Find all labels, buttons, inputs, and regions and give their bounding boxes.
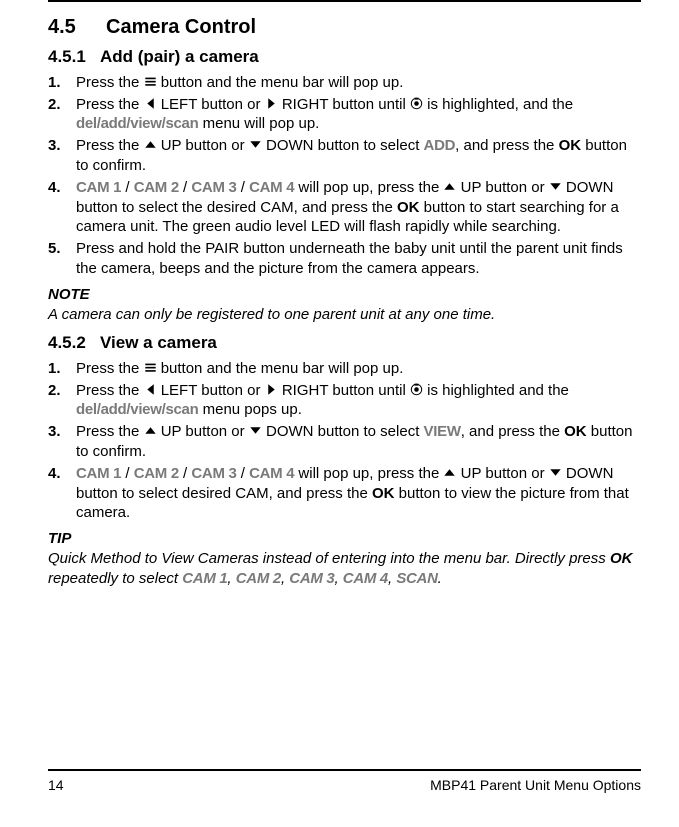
step-text: Press the button and the menu bar will p… xyxy=(76,73,641,93)
ok-label: OK xyxy=(372,485,395,502)
section-title: Camera Control xyxy=(106,16,256,38)
page-footer: 14 MBP41 Parent Unit Menu Options xyxy=(0,769,679,793)
step-number: 5. xyxy=(48,239,76,279)
ok-label: OK xyxy=(397,199,420,216)
ui-label-text: CAM 2 xyxy=(134,465,179,482)
right-icon xyxy=(265,383,278,396)
footer-rule xyxy=(48,769,641,771)
page-number: 14 xyxy=(48,777,64,793)
ok-label: OK xyxy=(610,550,633,567)
ok-label: OK xyxy=(564,423,587,440)
step-number: 4. xyxy=(48,178,76,237)
section-heading: 4.5Camera Control xyxy=(48,14,641,40)
footer-label: MBP41 Parent Unit Menu Options xyxy=(430,777,641,793)
ui-label-text: CAM 4 xyxy=(249,465,294,482)
down-icon xyxy=(549,180,562,193)
step-item: 5.Press and hold the PAIR button underne… xyxy=(48,239,641,279)
step-item: 1.Press the button and the menu bar will… xyxy=(48,73,641,93)
left-icon xyxy=(144,97,157,110)
ui-label-text: SCAN xyxy=(396,570,437,587)
up-icon xyxy=(443,466,456,479)
step-number: 3. xyxy=(48,422,76,462)
step-item: 1.Press the button and the menu bar will… xyxy=(48,359,641,379)
step-text: CAM 1 / CAM 2 / CAM 3 / CAM 4 will pop u… xyxy=(76,178,641,237)
camera-icon xyxy=(410,383,423,396)
ui-label-text: CAM 1 xyxy=(76,465,121,482)
step-item: 3.Press the UP button or DOWN button to … xyxy=(48,136,641,176)
ui-label-text: CAM 2 xyxy=(236,570,281,587)
ui-label-text: ADD xyxy=(424,137,456,154)
up-icon xyxy=(144,424,157,437)
right-icon xyxy=(265,97,278,110)
subsection-1-number: 4.5.1 xyxy=(48,46,100,68)
camera-icon xyxy=(410,97,423,110)
ui-label-text: CAM 1 xyxy=(76,179,121,196)
subsection-2-number: 4.5.2 xyxy=(48,332,100,354)
subsection-2-title: View a camera xyxy=(100,333,217,352)
step-number: 1. xyxy=(48,359,76,379)
ui-label-text: VIEW xyxy=(424,423,461,440)
step-text: Press the UP button or DOWN button to se… xyxy=(76,136,641,176)
step-number: 3. xyxy=(48,136,76,176)
down-icon xyxy=(249,138,262,151)
left-icon xyxy=(144,383,157,396)
ui-label-text: CAM 2 xyxy=(134,179,179,196)
down-icon xyxy=(549,466,562,479)
ui-label-text: del/add/view/scan xyxy=(76,115,198,132)
step-text: CAM 1 / CAM 2 / CAM 3 / CAM 4 will pop u… xyxy=(76,464,641,523)
step-text: Press the LEFT button or RIGHT button un… xyxy=(76,381,641,421)
step-number: 2. xyxy=(48,381,76,421)
tip-heading: TIP xyxy=(48,529,641,549)
ui-label-text: CAM 3 xyxy=(191,179,236,196)
step-text: Press and hold the PAIR button underneat… xyxy=(76,239,641,279)
ui-label-text: del/add/view/scan xyxy=(76,401,198,418)
step-item: 2.Press the LEFT button or RIGHT button … xyxy=(48,381,641,421)
ui-label-text: CAM 4 xyxy=(343,570,388,587)
step-item: 4.CAM 1 / CAM 2 / CAM 3 / CAM 4 will pop… xyxy=(48,178,641,237)
subsection-1-title: Add (pair) a camera xyxy=(100,47,259,66)
note-heading: NOTE xyxy=(48,285,641,305)
subsection-2-heading: 4.5.2View a camera xyxy=(48,332,641,354)
subsection-1-steps: 1.Press the button and the menu bar will… xyxy=(48,73,641,279)
step-number: 1. xyxy=(48,73,76,93)
step-item: 4.CAM 1 / CAM 2 / CAM 3 / CAM 4 will pop… xyxy=(48,464,641,523)
step-number: 2. xyxy=(48,95,76,135)
tip-body: Quick Method to View Cameras instead of … xyxy=(48,549,641,589)
up-icon xyxy=(443,180,456,193)
manual-page: 4.5Camera Control 4.5.1Add (pair) a came… xyxy=(0,0,679,827)
down-icon xyxy=(249,424,262,437)
step-text: Press the LEFT button or RIGHT button un… xyxy=(76,95,641,135)
ui-label-text: CAM 3 xyxy=(191,465,236,482)
ui-label-text: CAM 4 xyxy=(249,179,294,196)
subsection-2-steps: 1.Press the button and the menu bar will… xyxy=(48,359,641,523)
ui-label-text: CAM 1 xyxy=(182,570,227,587)
step-item: 3.Press the UP button or DOWN button to … xyxy=(48,422,641,462)
ui-label-text: CAM 3 xyxy=(289,570,334,587)
up-icon xyxy=(144,138,157,151)
menu-icon xyxy=(144,75,157,88)
step-item: 2.Press the LEFT button or RIGHT button … xyxy=(48,95,641,135)
page-content: 4.5Camera Control 4.5.1Add (pair) a came… xyxy=(0,2,679,589)
menu-icon xyxy=(144,361,157,374)
section-number: 4.5 xyxy=(48,14,106,40)
subsection-1-heading: 4.5.1Add (pair) a camera xyxy=(48,46,641,68)
ok-label: OK xyxy=(559,137,582,154)
step-text: Press the UP button or DOWN button to se… xyxy=(76,422,641,462)
step-number: 4. xyxy=(48,464,76,523)
step-text: Press the button and the menu bar will p… xyxy=(76,359,641,379)
note-body: A camera can only be registered to one p… xyxy=(48,305,641,325)
